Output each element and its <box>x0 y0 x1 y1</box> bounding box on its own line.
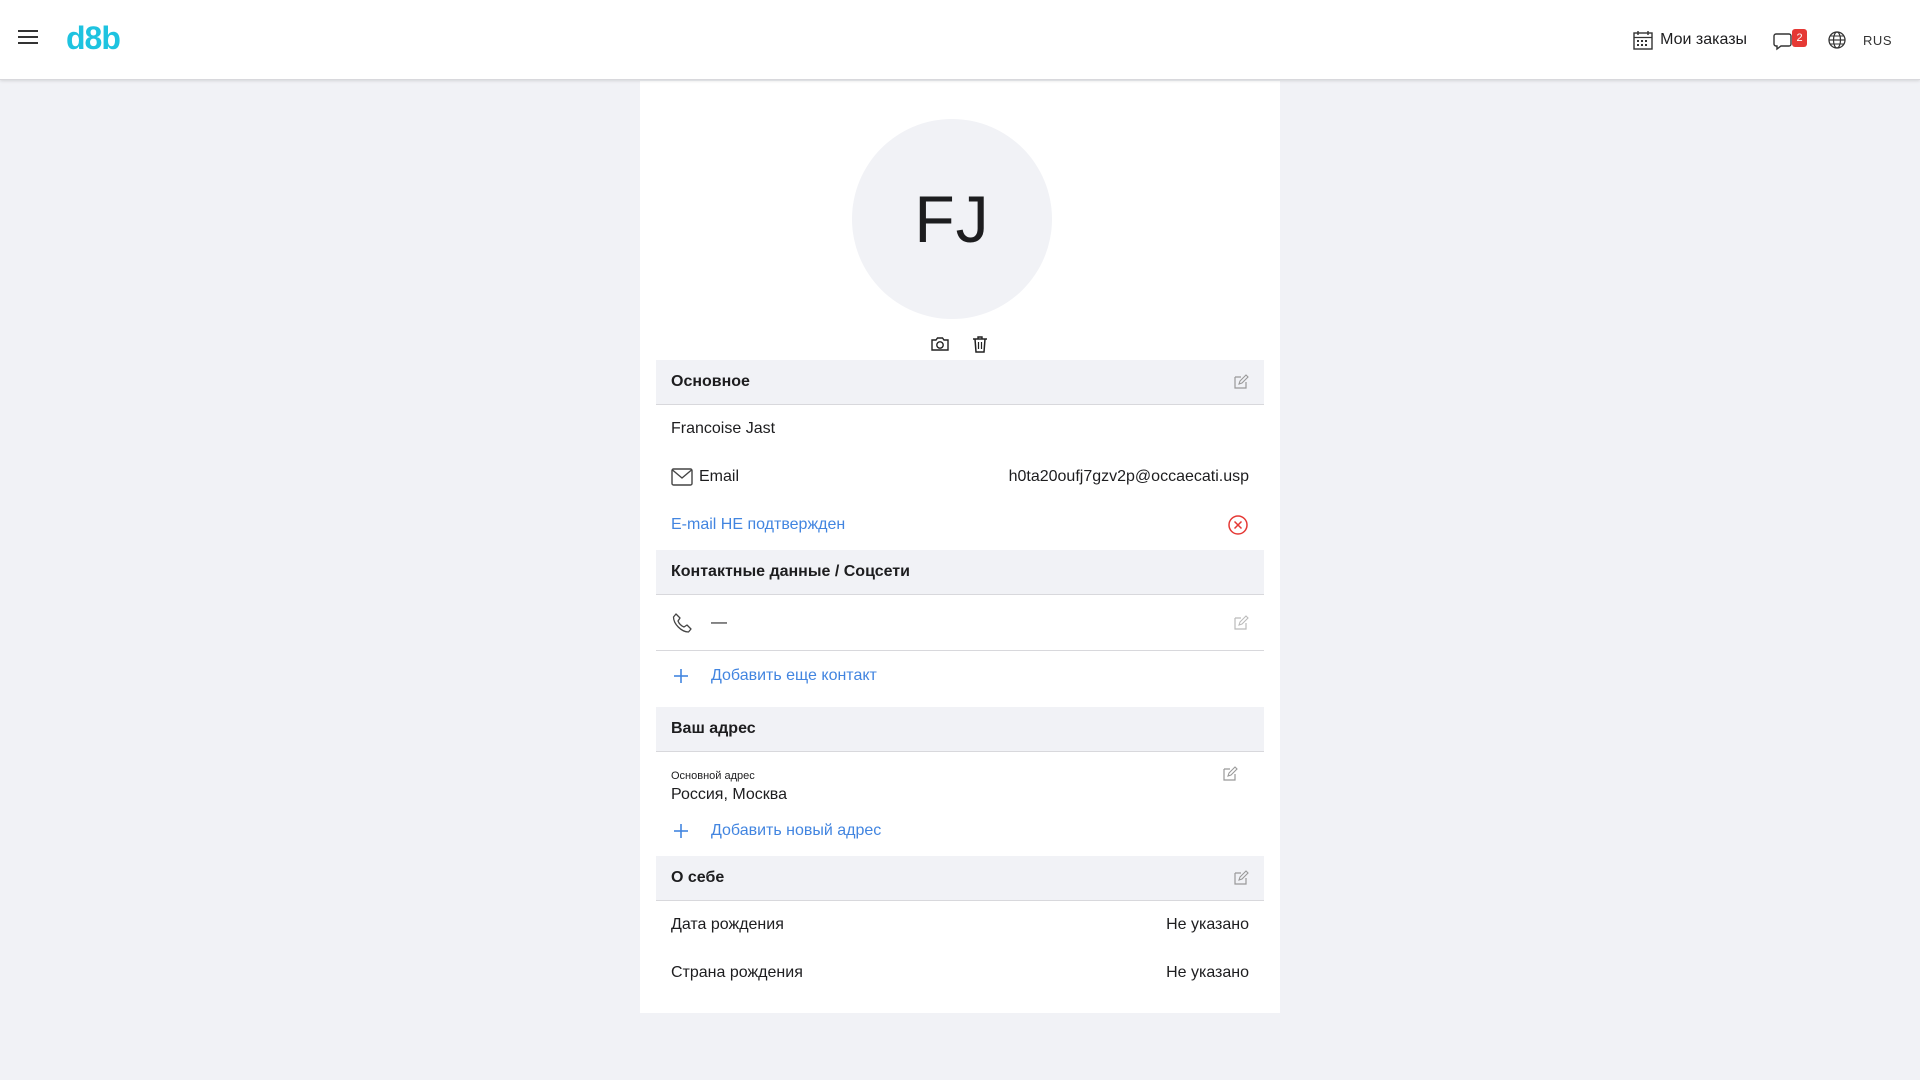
language-selector[interactable]: RUS <box>1863 33 1892 48</box>
section-address: Ваш адрес Основной адрес Россия, Москва … <box>656 707 1264 850</box>
phone-icon <box>672 612 692 633</box>
camera-icon[interactable] <box>930 334 950 354</box>
birth-country-row: Страна рождения Не указано <box>656 949 1264 997</box>
avatar-actions <box>930 334 990 354</box>
name-row: Francoise Jast <box>656 405 1264 453</box>
my-orders-label: Мои заказы <box>1660 31 1748 48</box>
avatar: FJ <box>852 119 1052 319</box>
section-header-contacts: Контактные данные / Соцсети <box>656 550 1264 595</box>
user-name: Francoise Jast <box>671 420 776 437</box>
birth-date-value: Не указано <box>1166 916 1249 933</box>
section-header-address: Ваш адрес <box>656 707 1264 752</box>
section-title: Контактные данные / Соцсети <box>671 563 910 580</box>
header-actions: Мои заказы 2 RUS <box>1632 0 1892 80</box>
edit-icon[interactable] <box>1222 766 1238 782</box>
chat-button[interactable]: 2 <box>1773 28 1809 52</box>
birth-date-label: Дата рождения <box>671 916 784 933</box>
logo[interactable]: d8b <box>66 20 121 57</box>
add-contact-link[interactable]: Добавить еще контакт <box>711 667 877 685</box>
email-label: Email <box>699 468 740 485</box>
main-address-value: Россия, Москва <box>671 786 787 803</box>
section-contacts: Контактные данные / Соцсети — Добавить е… <box>656 550 1264 701</box>
add-address-row[interactable]: Добавить новый адрес <box>656 812 1264 850</box>
birth-country-value: Не указано <box>1166 964 1249 981</box>
plus-icon <box>671 666 691 686</box>
section-title: Ваш адрес <box>671 720 756 737</box>
trash-icon[interactable] <box>970 334 990 354</box>
add-address-link[interactable]: Добавить новый адрес <box>711 822 881 840</box>
section-header-about: О себе <box>656 856 1264 901</box>
section-title: О себе <box>671 869 725 886</box>
profile-card: FJ Основное Francoise Jast Email h0ta20o… <box>640 81 1280 1013</box>
plus-icon <box>671 821 691 841</box>
section-about: О себе Дата рождения Не указано Страна р… <box>656 856 1264 997</box>
birth-date-row: Дата рождения Не указано <box>656 901 1264 949</box>
globe-icon[interactable] <box>1827 30 1847 50</box>
email-not-confirmed-link[interactable]: E-mail НЕ подтвержден <box>671 516 845 534</box>
mail-icon <box>671 468 693 486</box>
calendar-icon <box>1633 31 1653 50</box>
chat-badge: 2 <box>1792 29 1808 47</box>
menu-icon[interactable] <box>18 30 38 46</box>
edit-icon[interactable] <box>1233 870 1249 886</box>
email-row: Email h0ta20oufj7gzv2p@occaecati.usp <box>656 453 1264 501</box>
email-value: h0ta20oufj7gzv2p@occaecati.usp <box>1008 468 1249 485</box>
email-status-row: E-mail НЕ подтвержден <box>656 501 1264 548</box>
main-address-label: Основной адрес <box>671 770 755 782</box>
add-contact-row[interactable]: Добавить еще контакт <box>656 651 1264 701</box>
edit-icon[interactable] <box>1233 614 1249 631</box>
birth-country-label: Страна рождения <box>671 964 803 981</box>
phone-row: — <box>656 595 1264 651</box>
section-title: Основное <box>671 373 750 390</box>
my-orders-link[interactable]: Мои заказы <box>1632 29 1747 51</box>
main-address-block: Основной адрес Россия, Москва <box>656 752 1264 812</box>
phone-value: — <box>711 613 727 631</box>
section-header-basic: Основное <box>656 360 1264 405</box>
avatar-initials: FJ <box>914 182 990 256</box>
edit-icon[interactable] <box>1233 374 1249 390</box>
section-basic: Основное Francoise Jast Email h0ta20oufj… <box>656 360 1264 548</box>
error-circle-icon <box>1228 514 1248 535</box>
top-header: d8b Мои заказы 2 RUS <box>0 0 1920 80</box>
